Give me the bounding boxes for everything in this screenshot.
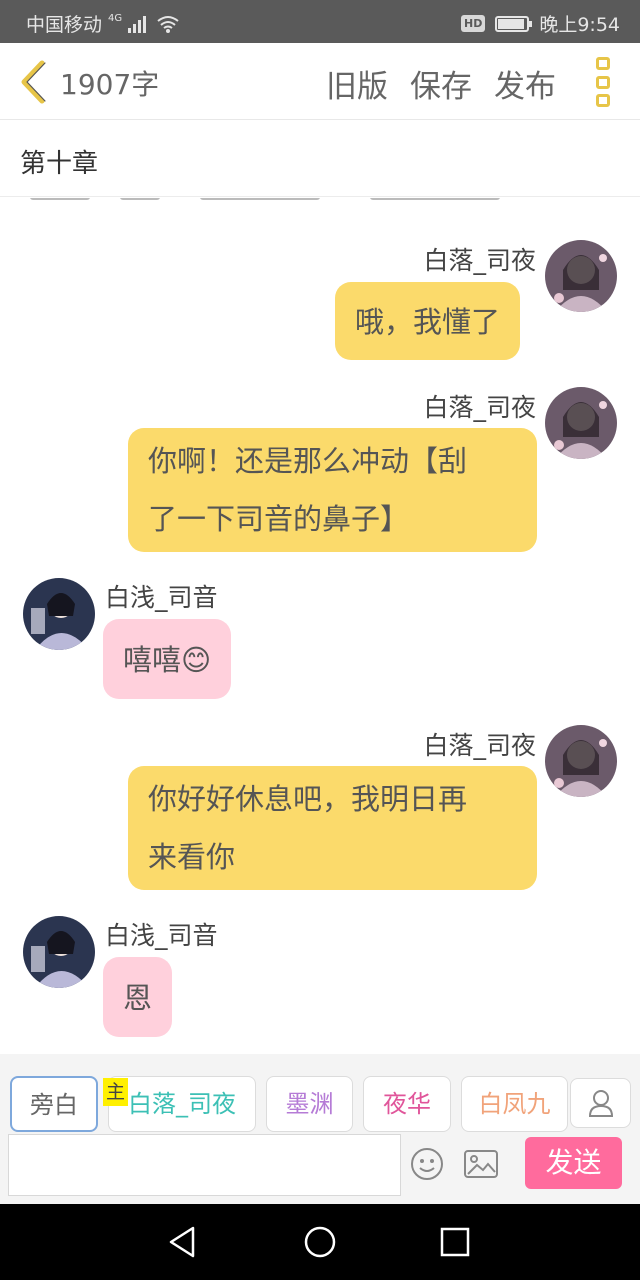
chevron-left-icon[interactable] (16, 59, 52, 105)
old-version-button[interactable]: 旧版 (326, 61, 388, 106)
role-label: 墨渊 (285, 1090, 334, 1118)
role-button-bailuo-siye[interactable]: 白落_司夜 (108, 1076, 256, 1132)
back-triangle-icon[interactable] (165, 1224, 201, 1260)
message-bubble: 恩 (103, 957, 173, 1037)
role-button-moyuan[interactable]: 墨渊 (266, 1076, 353, 1132)
message-sender-name: 白落_司夜 (423, 731, 536, 760)
role-button-yehua[interactable]: 夜华 (363, 1076, 451, 1132)
message-text-line: 你啊！还是那么冲动【刮 (148, 444, 468, 478)
message-text: 恩 (123, 981, 153, 1015)
hd-badge: HD (460, 15, 486, 32)
image-icon[interactable] (463, 1146, 499, 1182)
carrier-label: 中国移动 (26, 14, 103, 36)
role-label: 夜华 (383, 1090, 431, 1118)
role-button-narration[interactable]: 旁白 (10, 1076, 98, 1132)
avatar[interactable] (545, 240, 617, 312)
editor-top-bar: 1907字 旧版 保存 发布 (0, 43, 640, 120)
word-count: 1907字 (60, 68, 160, 101)
avatar[interactable] (545, 387, 617, 459)
publish-button[interactable]: 发布 (494, 61, 556, 106)
scrolled-off-message-remnant (30, 198, 510, 204)
avatar[interactable] (23, 916, 95, 988)
avatar[interactable] (545, 725, 617, 797)
status-bar: 中国移动 4G HD 晚上9:54 (0, 0, 640, 43)
recents-square-icon[interactable] (437, 1224, 473, 1260)
role-label: 白落_司夜 (128, 1090, 236, 1118)
message-sender-name: 白落_司夜 (423, 246, 536, 275)
role-label: 白凤九 (478, 1090, 551, 1118)
message-bubble: 哦，我懂了 (335, 282, 521, 360)
message-text: 嘻嘻😊 (123, 643, 212, 677)
input-panel: 旁白 白落_司夜 主 墨渊 夜华 白凤九 发送 (0, 1054, 640, 1204)
battery-icon (495, 15, 533, 32)
person-icon[interactable] (570, 1078, 631, 1128)
home-circle-icon[interactable] (302, 1224, 338, 1260)
message-text: 哦，我懂了 (355, 305, 501, 339)
message-sender-name: 白浅_司音 (105, 583, 218, 612)
network-type-label: 4G (108, 13, 123, 24)
signal-icon (128, 15, 147, 33)
chapter-header: 第十章 (0, 121, 640, 197)
message-text-line: 你好好休息吧，我明日再 (148, 782, 468, 816)
clock-label: 晚上9:54 (539, 14, 620, 36)
role-label: 旁白 (30, 1091, 78, 1119)
system-navigation-bar (0, 1204, 640, 1280)
chapter-title[interactable]: 第十章 (20, 143, 98, 180)
message-bubble: 你啊！还是那么冲动【刮 了一下司音的鼻子】 (128, 428, 537, 552)
save-button[interactable]: 保存 (410, 61, 472, 106)
host-tag: 主 (103, 1078, 128, 1106)
message-bubble: 嘻嘻😊 (103, 619, 232, 699)
message-bubble: 你好好休息吧，我明日再 来看你 (128, 766, 537, 890)
role-button-baifengjiu[interactable]: 白凤九 (461, 1076, 568, 1132)
message-sender-name: 白落_司夜 (423, 393, 536, 422)
send-button[interactable]: 发送 (525, 1137, 622, 1189)
avatar[interactable] (23, 578, 95, 650)
emoji-icon[interactable] (409, 1146, 445, 1182)
message-text-line: 来看你 (148, 840, 236, 874)
message-input[interactable] (8, 1134, 401, 1196)
message-text-line: 了一下司音的鼻子】 (148, 502, 410, 536)
message-sender-name: 白浅_司音 (105, 921, 218, 950)
wifi-icon (157, 15, 179, 33)
more-vertical-icon[interactable] (596, 57, 612, 107)
